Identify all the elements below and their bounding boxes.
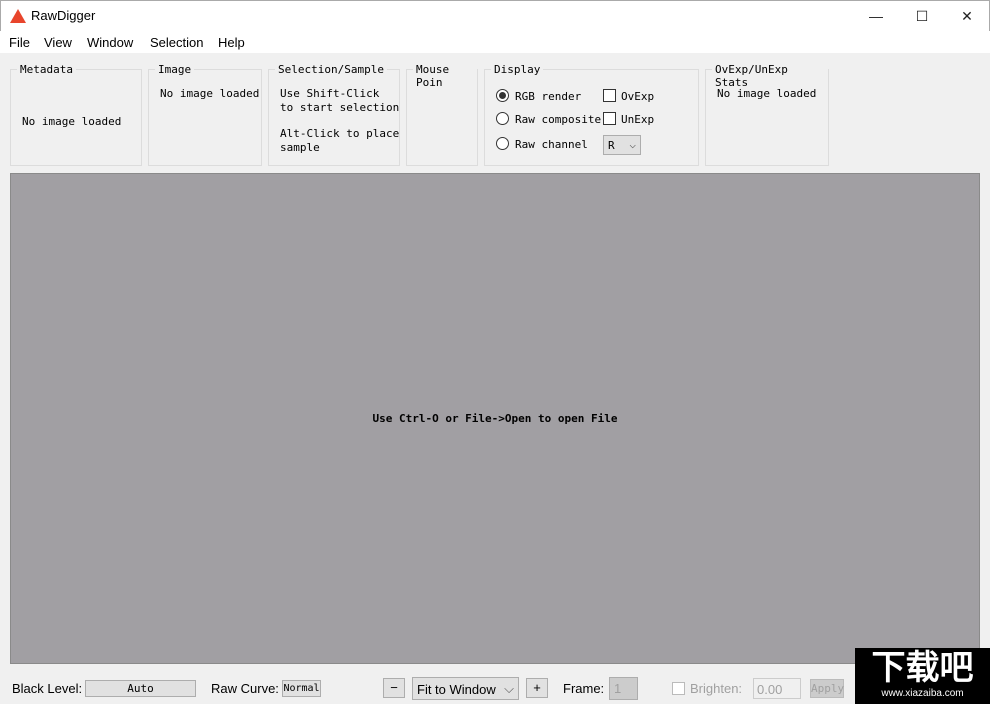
image-canvas[interactable]: Use Ctrl-O or File->Open to open File [10, 173, 980, 664]
ovexp-label: OvExp [621, 90, 655, 103]
unexp-label: UnExp [621, 113, 655, 126]
watermark-url: www.xiazaiba.com [881, 688, 964, 699]
apply-button[interactable]: Apply [810, 679, 844, 698]
metadata-panel: Metadata No image loaded [10, 63, 142, 166]
image-panel: Image No image loaded [148, 63, 262, 166]
raw-composite-label: Raw composite [515, 113, 602, 126]
menu-view[interactable]: View [44, 35, 72, 50]
brighten-value: 0.00 [757, 682, 783, 697]
chevron-down-icon: ⌵ [629, 138, 636, 151]
watermark-text: 下载吧 [871, 649, 974, 687]
brighten-spinbox[interactable]: 0.00 [753, 678, 801, 699]
zoom-value: Fit to Window [417, 682, 496, 697]
close-button[interactable]: ✕ [944, 1, 990, 32]
rgb-render-label: RGB render [515, 90, 582, 103]
selection-hint-2: Alt-Click to place sample [280, 127, 400, 154]
menu-bar: File View Window Selection Help [0, 31, 990, 53]
zoom-in-button[interactable]: + [526, 678, 548, 698]
raw-channel-label: Raw channel [515, 138, 588, 151]
raw-composite-radio[interactable] [496, 112, 509, 125]
title-bar: RawDigger — ☐ ✕ [0, 0, 990, 31]
maximize-button[interactable]: ☐ [899, 1, 945, 32]
frame-select[interactable]: 1 [609, 677, 638, 700]
channel-value: R [608, 139, 615, 152]
menu-selection[interactable]: Selection [150, 35, 203, 50]
zoom-select[interactable]: Fit to Window ⌵ [412, 677, 519, 700]
mouse-pointer-panel: Mouse Poin [406, 63, 478, 166]
black-level-button[interactable]: Auto [85, 680, 196, 697]
rgb-render-radio[interactable] [496, 89, 509, 102]
menu-window[interactable]: Window [87, 35, 133, 50]
image-title: Image [155, 63, 195, 76]
stats-panel: OvExp/UnExp Stats No image loaded [705, 63, 829, 166]
unexp-checkbox[interactable] [603, 112, 616, 125]
brighten-label: Brighten: [690, 681, 743, 696]
watermark-logo: 下载吧 www.xiazaiba.com [855, 648, 990, 704]
minimize-button[interactable]: — [853, 1, 899, 32]
raw-curve-button[interactable]: Normal [282, 680, 321, 697]
ovexp-checkbox[interactable] [603, 89, 616, 102]
menu-file[interactable]: File [9, 35, 30, 50]
zoom-out-button[interactable]: − [383, 678, 405, 698]
menu-help[interactable]: Help [218, 35, 245, 50]
stats-text: No image loaded [717, 87, 817, 100]
raw-curve-label: Raw Curve: [211, 681, 279, 696]
frame-value: 1 [614, 681, 622, 696]
app-logo-icon [10, 9, 26, 23]
metadata-text: No image loaded [22, 115, 122, 128]
display-title: Display [491, 63, 544, 76]
raw-channel-radio[interactable] [496, 137, 509, 150]
brighten-checkbox[interactable] [672, 682, 685, 695]
open-file-hint: Use Ctrl-O or File->Open to open File [372, 412, 618, 425]
selection-panel: Selection/Sample Use Shift-Click to star… [268, 63, 400, 166]
display-panel: Display RGB render Raw composite Raw cha… [484, 63, 699, 166]
black-level-label: Black Level: [12, 681, 83, 696]
frame-label: Frame: [563, 681, 605, 696]
channel-select[interactable]: R ⌵ [603, 135, 641, 155]
selection-title: Selection/Sample [275, 63, 387, 76]
stats-title: OvExp/UnExp Stats [712, 63, 828, 89]
chevron-down-icon: ⌵ [504, 681, 514, 696]
window-title: RawDigger [31, 8, 96, 23]
mouse-title: Mouse Poin [413, 63, 477, 89]
selection-hint-1: Use Shift-Click to start selection [280, 87, 400, 114]
metadata-title: Metadata [17, 63, 76, 76]
image-text: No image loaded [160, 87, 260, 100]
